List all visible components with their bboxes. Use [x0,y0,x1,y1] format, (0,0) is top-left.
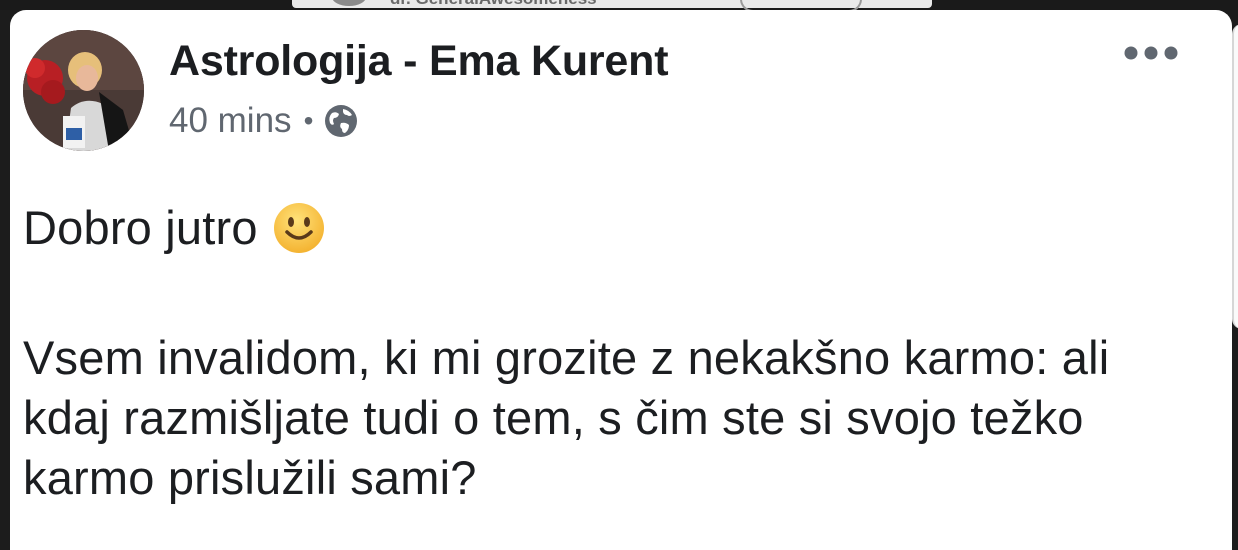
meta-separator: • [303,105,314,136]
background-post-strip: dr. GeneralAwesomeness [0,0,1238,10]
post-message: Vsem invalidom, ki mi grozite z nekakšno… [23,331,1110,504]
scrollbar[interactable] [1232,24,1238,329]
post-timestamp[interactable]: 40 mins [169,101,292,141]
author-avatar[interactable] [23,30,144,151]
post-card: Astrologija - Ema Kurent 40 mins • Dobro… [10,10,1238,550]
post-meta: 40 mins • [169,101,359,141]
more-options-icon[interactable] [1122,40,1180,66]
smiley-icon [273,203,324,253]
globe-icon[interactable] [323,103,359,139]
post-body: Dobro jutro Vsem invalidom, ki mi grozit… [23,198,1203,508]
post-greeting-line: Dobro jutro [23,198,1203,258]
background-post-author: dr. GeneralAwesomeness [390,0,597,9]
background-button [740,0,862,10]
author-name[interactable]: Astrologija - Ema Kurent [169,37,669,86]
avatar-photo [23,30,144,151]
post-greeting: Dobro jutro [23,201,258,254]
